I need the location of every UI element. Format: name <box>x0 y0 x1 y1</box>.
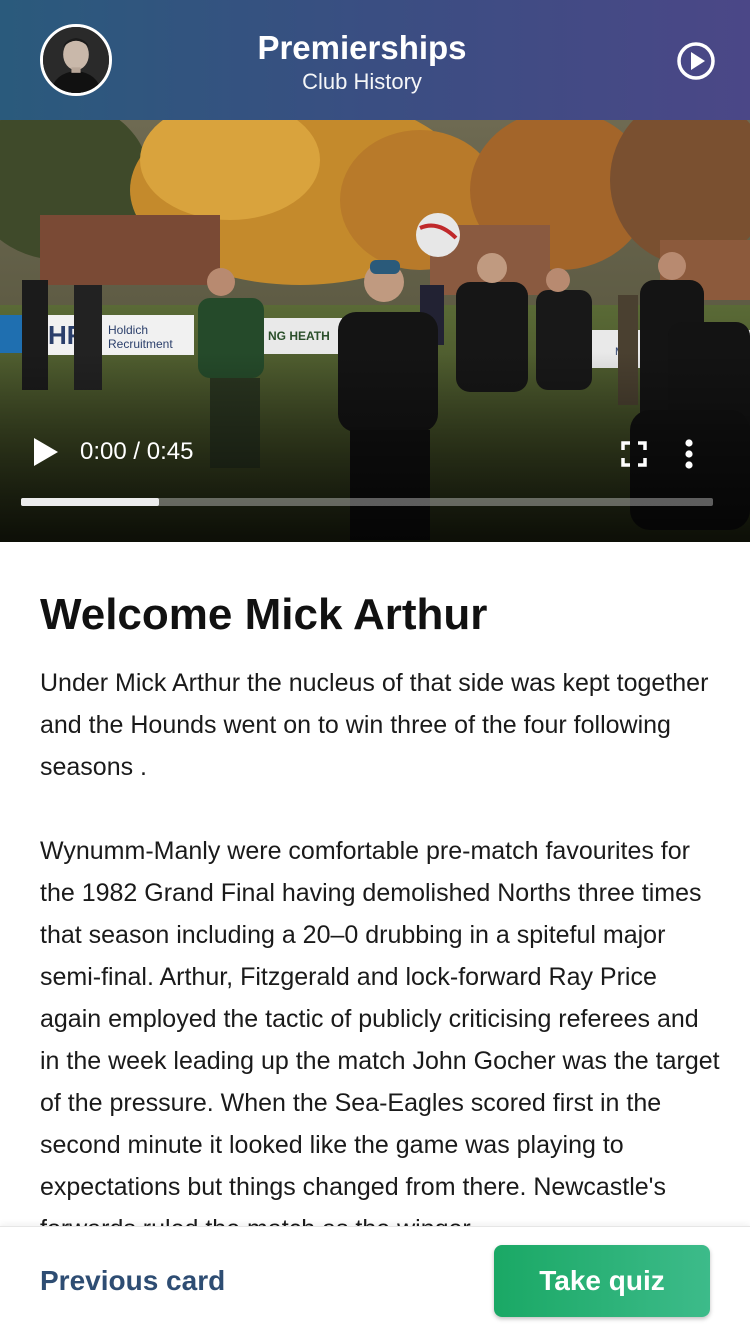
more-vertical-icon[interactable] <box>678 439 700 469</box>
play-icon[interactable] <box>32 436 60 468</box>
fullscreen-icon[interactable] <box>621 441 647 467</box>
user-avatar[interactable] <box>40 24 112 96</box>
article-content: Welcome Mick Arthur Under Mick Arthur th… <box>40 542 720 1226</box>
article-heading: Welcome Mick Arthur <box>40 590 488 639</box>
video-time: 0:00 / 0:45 <box>80 438 194 465</box>
page-title: Premierships <box>257 29 467 66</box>
play-circle-icon[interactable] <box>676 41 716 81</box>
previous-card-button[interactable]: Previous card <box>40 1261 225 1301</box>
video-progress-fill <box>21 498 160 506</box>
card-footer: Previous card Take quiz <box>0 1226 750 1334</box>
app-header: Premierships Club History <box>0 0 750 120</box>
article-paragraph: Wynumm-Manly were comfortable pre-match … <box>40 837 720 1226</box>
avatar-photo <box>43 27 109 93</box>
take-quiz-button[interactable]: Take quiz <box>494 1245 710 1317</box>
page-subtitle: Club History <box>302 69 422 94</box>
video-controls: 0:00 / 0:45 <box>0 120 750 542</box>
video-player[interactable]: HR Holdich Recruitment NG HEATH M+A <box>0 120 750 542</box>
video-progress-bar[interactable] <box>21 498 713 506</box>
article-paragraph: Under Mick Arthur the nucleus of that si… <box>40 669 709 781</box>
